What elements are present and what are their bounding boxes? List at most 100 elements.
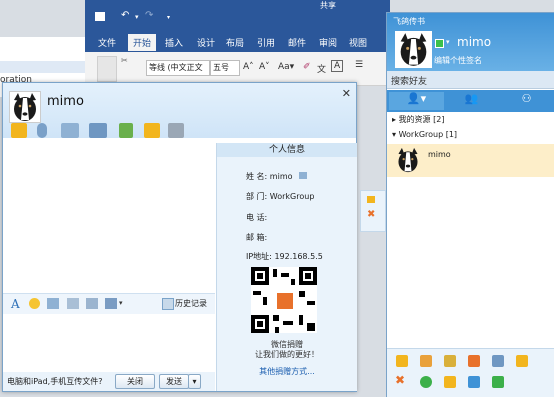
screenshot-dropdown-icon[interactable]: ▾ (119, 299, 123, 307)
contact-avatar (395, 147, 421, 173)
tab-file[interactable]: 文件 (98, 36, 116, 49)
chat-header: mimo ✕ (3, 83, 356, 138)
shrink-font-icon[interactable]: A˅ (259, 62, 270, 72)
printer-icon[interactable] (168, 123, 184, 138)
chat-toolbar (3, 121, 356, 141)
info-row-ip: IP地址: 192.168.5.5 (246, 251, 323, 262)
wechat-donate-qr (251, 267, 317, 333)
message-history-area[interactable] (3, 143, 215, 293)
folder-icon[interactable] (144, 123, 160, 138)
tab-groups[interactable]: 👥 (444, 92, 499, 110)
file-transfer-promo[interactable]: 电脑和iPad,手机互传文件? (7, 376, 102, 387)
info-row-department: 部 门: WorkGroup (246, 191, 314, 202)
phonetic-icon[interactable]: 文 (317, 62, 326, 75)
group-my-resources[interactable]: ▸ 我的资源 [2] (392, 114, 444, 125)
send-options-dropdown[interactable]: ▾ (188, 374, 201, 389)
contact-avatar[interactable] (9, 91, 41, 123)
change-case-icon[interactable]: Aa▾ (278, 62, 294, 72)
background-window-sliver: ✖ (360, 190, 386, 232)
tab-home[interactable]: 开始 (128, 34, 157, 51)
screenshot-tool-icon[interactable] (105, 298, 117, 309)
message-icon[interactable] (67, 298, 79, 309)
folder-icon[interactable] (396, 355, 408, 367)
undo-dropdown-icon[interactable]: ▾ (135, 13, 139, 21)
tab-review[interactable]: 审阅 (319, 36, 337, 49)
font-size-select[interactable]: 五号 (210, 60, 240, 76)
history-icon[interactable] (162, 298, 174, 310)
chat-icon[interactable] (492, 376, 504, 388)
online-status-icon[interactable] (435, 39, 444, 48)
close-button[interactable]: 关闭 (115, 374, 155, 389)
signature-field[interactable]: 编辑个性签名 (434, 55, 482, 66)
tools-icon: ✖ (367, 209, 376, 220)
screen-share-icon[interactable] (61, 123, 79, 138)
chat-footer: 电脑和iPad,手机互传文件? 关闭 发送 ▾ (3, 372, 215, 391)
remote-desktop-icon[interactable] (89, 123, 107, 138)
enclose-char-icon[interactable]: A (331, 60, 344, 72)
edit-card-icon[interactable] (299, 172, 308, 179)
clear-format-icon[interactable]: ✐ (303, 62, 311, 72)
info-value: WorkGroup (269, 192, 315, 201)
info-value: 192.168.5.5 (274, 252, 323, 261)
screenshot-icon[interactable] (119, 123, 133, 138)
quick-access-dropdown-icon[interactable]: ▾ (167, 14, 170, 21)
bullets-icon[interactable]: ☰ (355, 60, 363, 70)
contact-window: 飞鸽传书 ▾ mimo 编辑个性签名 搜索好友 👤▾ 👥 ⚇ ▸ 我的资源 [2… (386, 12, 554, 397)
info-label: 电 话: (246, 213, 268, 222)
tab-layout[interactable]: 布局 (226, 36, 244, 49)
cut-icon[interactable]: ✂ (121, 56, 128, 65)
microphone-icon[interactable] (37, 123, 47, 138)
user-name: mimo (457, 35, 492, 49)
screen-icon[interactable] (492, 355, 504, 367)
paste-icon[interactable] (97, 56, 117, 82)
undo-icon[interactable]: ↶ (121, 10, 129, 21)
message-input[interactable] (3, 314, 215, 372)
edit-icon[interactable] (444, 355, 456, 367)
other-donate-link[interactable]: 其他捐赠方式... (217, 366, 357, 377)
folder-icon (367, 196, 375, 203)
search-bar[interactable]: 搜索好友 (387, 71, 554, 89)
group-label: 我的资源 [2] (398, 115, 445, 124)
document-ruler (0, 61, 88, 73)
close-icon[interactable]: ✕ (342, 87, 351, 100)
group-workgroup[interactable]: ▾ WorkGroup [1] (392, 130, 457, 139)
app-title: 飞鸽传书 (393, 17, 425, 26)
save-icon[interactable] (95, 12, 105, 21)
cloud-icon[interactable] (516, 355, 528, 367)
status-dropdown-icon[interactable]: ▾ (446, 38, 450, 46)
dog-avatar-image (396, 32, 431, 67)
info-value: mimo (269, 172, 293, 181)
refresh-icon[interactable] (420, 376, 432, 388)
tab-recent[interactable]: ⚇ (499, 92, 554, 110)
emoji-icon[interactable] (29, 298, 40, 309)
font-name-select[interactable]: 等线 (中文正文 (146, 60, 210, 76)
tab-view[interactable]: 视图 (349, 36, 367, 49)
grow-font-icon[interactable]: A˄ (243, 62, 254, 72)
tab-design[interactable]: 设计 (197, 36, 215, 49)
personal-info-panel: 个人信息 姓 名: mimo 部 门: WorkGroup 电 话: 邮 箱: … (216, 143, 357, 391)
contact-window-toolbar: ✖ (387, 348, 554, 397)
image-icon[interactable] (468, 355, 480, 367)
search-input[interactable]: 搜索好友 (391, 74, 427, 87)
tab-mailings[interactable]: 邮件 (288, 36, 306, 49)
user-avatar[interactable] (395, 31, 432, 68)
send-file-icon[interactable] (11, 123, 27, 138)
redo-icon[interactable]: ↷ (145, 10, 153, 21)
user-group-icon[interactable] (444, 376, 456, 388)
font-icon[interactable]: A (11, 297, 20, 311)
contact-list-item[interactable]: mimo (387, 144, 554, 177)
send-button[interactable]: 发送 (159, 374, 189, 389)
tab-insert[interactable]: 插入 (165, 36, 183, 49)
contact-window-header: 飞鸽传书 ▾ mimo 编辑个性签名 (387, 13, 554, 79)
share-button[interactable]: 共享 (320, 0, 336, 11)
tab-references[interactable]: 引用 (257, 36, 275, 49)
history-button[interactable]: 历史记录 (175, 298, 207, 309)
notes-icon[interactable] (420, 355, 432, 367)
window-icon[interactable] (86, 298, 98, 309)
tools-icon[interactable]: ✖ (395, 373, 405, 387)
dog-avatar-image (10, 92, 40, 122)
add-contact-icon[interactable] (468, 376, 480, 388)
image-icon[interactable] (47, 298, 59, 309)
qr-caption-thanks: 让我们做的更好！ (255, 350, 319, 359)
tab-contacts[interactable]: 👤▾ (389, 92, 444, 110)
